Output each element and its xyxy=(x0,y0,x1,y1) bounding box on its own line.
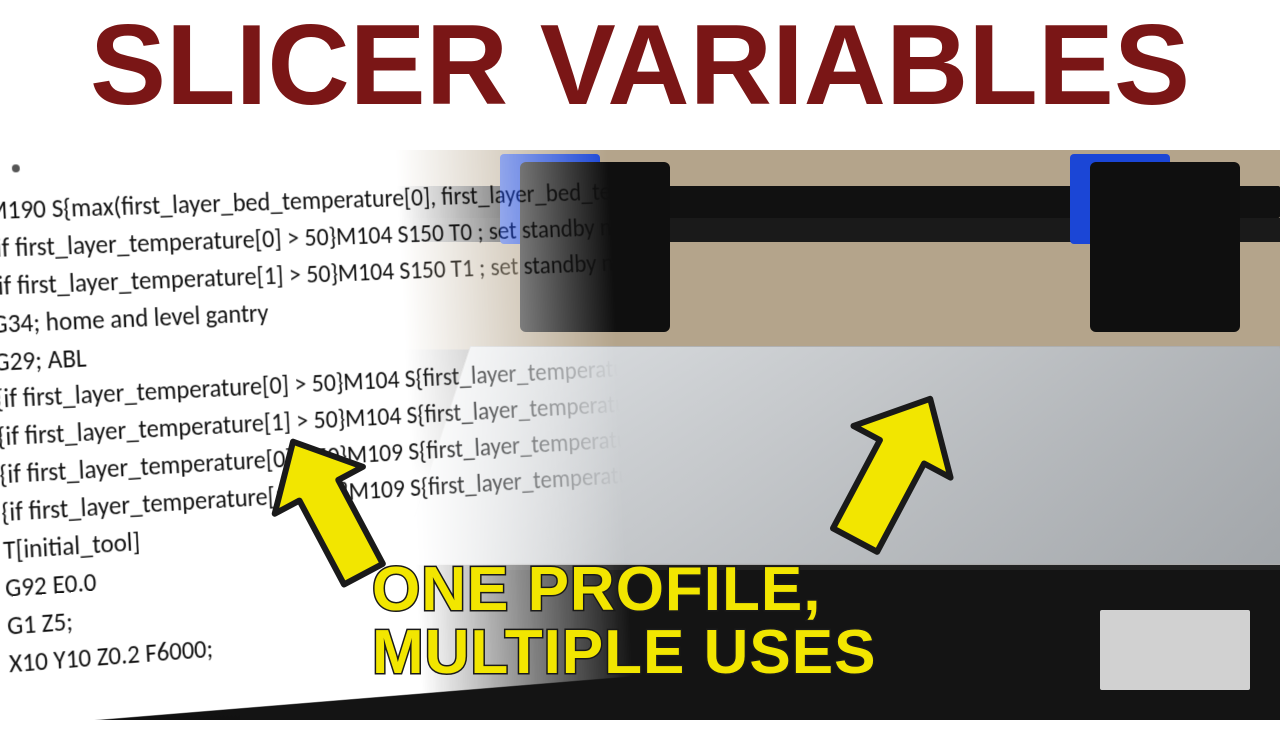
printer-head-right xyxy=(1090,162,1240,332)
code-panel-header: 🔓 xyxy=(0,154,20,180)
printer-label-sticker xyxy=(1100,610,1250,690)
caption-line-1: ONE PROFILE, xyxy=(372,558,876,621)
caption-line-2: MULTIPLE USES xyxy=(372,621,876,684)
thumbnail-composite: 🔓 M190 S{max(first_layer_bed_temperature… xyxy=(0,150,1280,720)
dot-icon xyxy=(11,164,19,172)
caption: ONE PROFILE, MULTIPLE USES xyxy=(372,558,876,684)
page-title: SLICER VARIABLES xyxy=(0,0,1280,131)
